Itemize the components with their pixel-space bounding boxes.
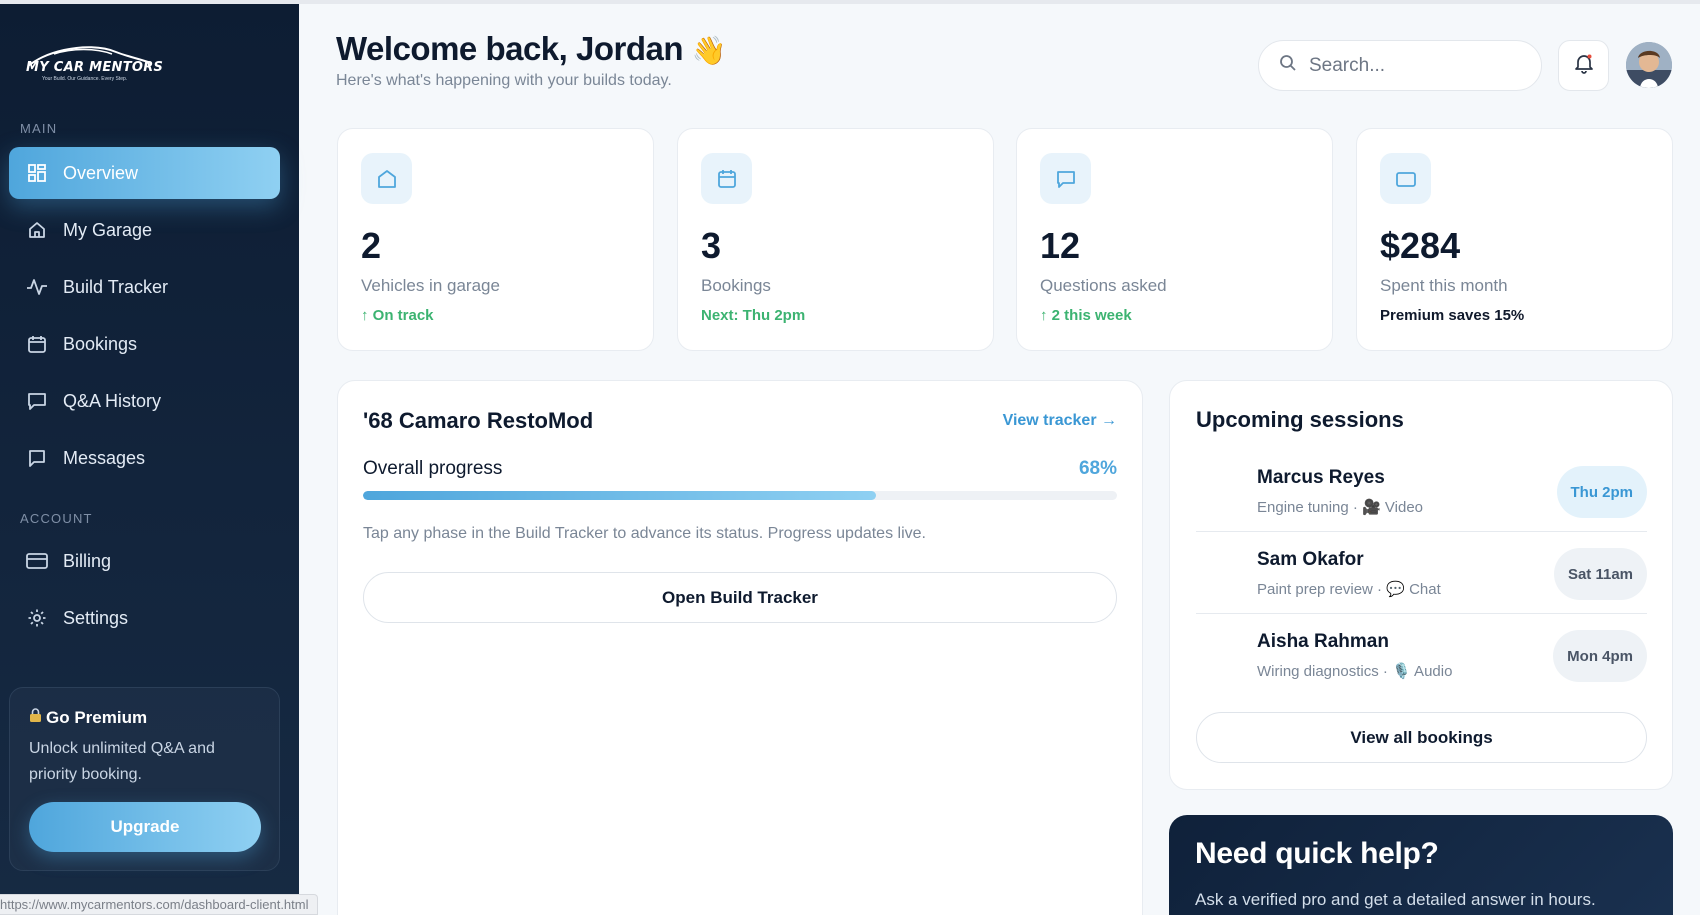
view-tracker-link[interactable]: View tracker →	[1003, 412, 1117, 430]
sidebar-item-label: Build Tracker	[63, 276, 169, 297]
session-meta: Paint prep review · 💬 Chat	[1257, 581, 1441, 598]
stat-card-spending[interactable]: $284 Spent this month Premium saves 15%	[1356, 128, 1673, 351]
bell-icon	[1573, 52, 1595, 79]
session-time-badge: Thu 2pm	[1556, 466, 1647, 518]
upgrade-button[interactable]: Upgrade	[29, 802, 261, 852]
logo-wordmark: MY CAR MENTORS	[26, 60, 164, 75]
stat-value: 12	[1040, 225, 1081, 266]
home-icon	[361, 153, 412, 204]
session-row[interactable]: Marcus Reyes Engine tuning · 🎥 Video Thu…	[1196, 450, 1647, 532]
welcome-text: Welcome back, Jordan	[336, 30, 684, 67]
session-time-badge: Sat 11am	[1553, 548, 1647, 600]
stat-card-vehicles[interactable]: 2 Vehicles in garage ↑ On track	[337, 128, 654, 351]
calendar-icon	[701, 153, 752, 204]
sidebar-item-billing[interactable]: Billing	[9, 535, 280, 587]
view-all-bookings-button[interactable]: View all bookings	[1196, 712, 1647, 763]
stat-note: Premium saves 15%	[1380, 307, 1525, 324]
calendar-icon	[26, 333, 48, 355]
card-icon	[1380, 153, 1431, 204]
stat-value: 2	[361, 225, 382, 266]
sidebar-item-messages[interactable]: Messages	[9, 432, 280, 484]
grid-icon	[26, 162, 48, 184]
progress-bar-fill	[363, 491, 876, 500]
open-build-tracker-button[interactable]: Open Build Tracker	[363, 572, 1117, 623]
home-icon	[26, 219, 48, 241]
page-subtitle: Here's what's happening with your builds…	[336, 72, 672, 89]
session-mentor-name: Marcus Reyes	[1257, 467, 1385, 488]
sidebar-item-overview[interactable]: Overview	[9, 147, 280, 199]
sidebar-item-build-tracker[interactable]: Build Tracker	[9, 261, 280, 313]
help-description: Ask a verified pro and get a detailed an…	[1195, 890, 1596, 909]
search-icon	[1279, 54, 1297, 77]
card-icon	[26, 550, 48, 572]
session-row[interactable]: Aisha Rahman Wiring diagnostics · 🎙️ Aud…	[1196, 614, 1647, 696]
activity-icon	[26, 276, 48, 298]
logo-tagline: Your Build. Our Guidance. Every Step.	[42, 76, 128, 82]
sidebar-item-my-garage[interactable]: My Garage	[9, 204, 280, 256]
gear-icon	[26, 607, 48, 629]
stat-label: Spent this month	[1380, 276, 1508, 295]
stat-note: ↑ On track	[361, 307, 434, 324]
stat-value: 3	[701, 225, 722, 266]
stat-note: Next: Thu 2pm	[701, 307, 806, 324]
stat-card-questions[interactable]: 12 Questions asked ↑ 2 this week	[1016, 128, 1333, 351]
sidebar: MY CAR MENTORS Your Build. Our Guidance.…	[0, 4, 299, 915]
message-icon	[26, 447, 48, 469]
sidebar-item-label: Billing	[63, 550, 112, 571]
sidebar-item-label: Messages	[63, 447, 146, 468]
search-bar[interactable]	[1258, 40, 1542, 91]
session-meta: Wiring diagnostics · 🎙️ Audio	[1257, 663, 1453, 680]
quick-help-card[interactable]: Need quick help? Ask a verified pro and …	[1169, 815, 1673, 915]
premium-title-row: Go Premium	[29, 708, 260, 728]
session-row[interactable]: Sam Okafor Paint prep review · 💬 Chat Sa…	[1196, 532, 1647, 614]
sidebar-item-settings[interactable]: Settings	[9, 592, 280, 644]
user-avatar[interactable]	[1626, 42, 1672, 88]
progress-bar	[363, 491, 1117, 500]
session-meta: Engine tuning · 🎥 Video	[1257, 499, 1424, 516]
chat-icon	[1040, 153, 1091, 204]
progress-label: Overall progress	[363, 458, 503, 479]
sidebar-item-bookings[interactable]: Bookings	[9, 318, 280, 370]
stat-label: Vehicles in garage	[361, 276, 500, 295]
build-progress-card: '68 Camaro RestoMod View tracker → Overa…	[337, 380, 1143, 915]
sidebar-item-label: Overview	[63, 162, 139, 183]
help-title: Need quick help?	[1195, 837, 1439, 870]
notifications-button[interactable]	[1558, 40, 1609, 91]
session-time-badge: Mon 4pm	[1553, 630, 1647, 682]
wave-emoji-icon: 👋	[691, 35, 727, 66]
sidebar-item-qa-history[interactable]: Q&A History	[9, 375, 280, 427]
page-title: Welcome back, Jordan 👋	[336, 30, 727, 68]
stat-value: $284	[1380, 225, 1461, 266]
stat-label: Questions asked	[1040, 276, 1167, 295]
stat-card-bookings[interactable]: 3 Bookings Next: Thu 2pm	[677, 128, 994, 351]
sessions-title: Upcoming sessions	[1196, 407, 1404, 432]
sidebar-item-label: Q&A History	[63, 390, 162, 411]
progress-percent: 68%	[1078, 458, 1117, 479]
sidebar-item-label: Bookings	[63, 333, 138, 354]
build-note: Tap any phase in the Build Tracker to ad…	[363, 525, 926, 542]
session-mentor-name: Sam Okafor	[1257, 549, 1364, 570]
lock-icon	[29, 708, 42, 728]
browser-top-edge	[0, 0, 1700, 4]
stat-label: Bookings	[701, 276, 771, 295]
stat-note: ↑ 2 this week	[1040, 307, 1132, 324]
premium-promo-card: Go Premium Unlock unlimited Q&A and prio…	[9, 687, 280, 871]
chat-icon	[26, 390, 48, 412]
search-input[interactable]	[1309, 54, 1509, 77]
premium-description: Unlock unlimited Q&A and priority bookin…	[29, 740, 215, 783]
sidebar-item-label: Settings	[63, 607, 129, 628]
sidebar-item-label: My Garage	[63, 219, 153, 240]
nav-heading-account: ACCOUNT	[20, 511, 93, 526]
build-title: '68 Camaro RestoMod	[363, 408, 594, 433]
premium-title: Go Premium	[46, 708, 148, 727]
upcoming-sessions-card: Upcoming sessions Marcus Reyes Engine tu…	[1169, 380, 1673, 790]
session-mentor-name: Aisha Rahman	[1257, 631, 1389, 652]
browser-status-url: https://www.mycarmentors.com/dashboard-c…	[0, 894, 318, 915]
brand-logo[interactable]: MY CAR MENTORS Your Build. Our Guidance.…	[24, 40, 163, 84]
nav-heading-main: MAIN	[20, 121, 58, 136]
